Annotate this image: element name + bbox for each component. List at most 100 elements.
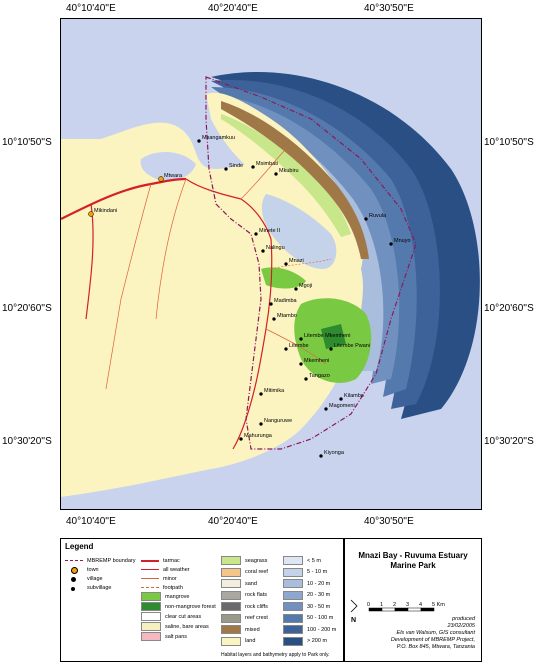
credit-line4: Development of MBREMP Project, [390, 637, 475, 643]
legend-swatch [221, 636, 241, 646]
legend-item-habitat-7: land [221, 636, 255, 646]
village-marker[interactable] [224, 167, 228, 171]
legend-swatch [283, 602, 303, 611]
legend-swatch [283, 625, 303, 634]
village-label-6: Mgoji [299, 283, 312, 289]
legend-panel: Legend MBREMP boundary town village subvill… [60, 538, 344, 662]
village-marker[interactable] [339, 397, 343, 401]
legend-item-depth-3: 20 - 30 m [283, 590, 331, 600]
legend-label: 20 - 30 m [307, 592, 331, 598]
map-canvas[interactable]: MtwaraMikindani MsangamkuuSinde MsimbatiM… [61, 19, 481, 509]
village-marker[interactable] [319, 454, 323, 458]
town-label-0: Mtwara [164, 173, 183, 179]
legend-item-road-1: all weather [141, 565, 190, 574]
village-marker[interactable] [259, 392, 263, 396]
village-label-16: Nanguruwe [264, 418, 292, 424]
village-marker[interactable] [269, 302, 273, 306]
village-marker[interactable] [324, 407, 328, 411]
legend-item-habitat-2: sand [221, 579, 257, 588]
village-marker[interactable] [274, 172, 278, 176]
credit-line5: P.O. Box 845, Mtwara, Tanzania [396, 644, 475, 650]
legend-swatch [141, 632, 161, 641]
legend-label: reef crest [245, 615, 268, 621]
village-marker[interactable] [299, 362, 303, 366]
scalebar-segment [368, 607, 383, 612]
legend-item-point-1: town [65, 565, 99, 574]
legend-label: tarmac [163, 557, 180, 564]
legend-label: town [87, 566, 99, 573]
credit-line1: produced [452, 616, 475, 622]
legend-swatch [141, 602, 161, 611]
village-label-9: Litembe [289, 343, 309, 349]
map-frame[interactable]: Mtwara Mikindani Msangamkuu Sinde Msimbati M… [60, 18, 482, 510]
coord-bottom-1: 40°10'40''E [66, 516, 116, 527]
legend-swatch [221, 556, 241, 565]
title-panel: Mnazi Bay - Ruvuma Estuary Marine Park 0… [344, 538, 482, 662]
legend-label: > 200 m [307, 638, 328, 644]
village-marker[interactable] [329, 347, 333, 351]
legend-line-symbol [141, 557, 159, 564]
village-marker[interactable] [254, 232, 258, 236]
legend-swatch [221, 590, 241, 600]
village-marker[interactable] [389, 242, 393, 246]
legend-label: subvillage [87, 584, 112, 591]
coord-top-3: 40°30'50''E [364, 3, 414, 14]
legend-item-road-0: tarmac [141, 556, 180, 565]
legend-label: mixed [245, 626, 260, 633]
village-marker[interactable] [284, 347, 288, 351]
legend-swatch [221, 567, 241, 577]
coord-right-1: 10°10'50''S [484, 137, 534, 148]
village-marker[interactable] [197, 139, 201, 143]
legend-label: all weather [163, 566, 190, 573]
legend-line-symbol [141, 566, 159, 573]
village-label-4: Nalingu [266, 245, 285, 251]
legend-label: rock flats [245, 592, 268, 598]
village-marker[interactable] [299, 337, 303, 341]
town-marker[interactable] [88, 211, 94, 217]
village-label-1: Sinde [229, 163, 243, 169]
map-title-line1: Mnazi Bay - Ruvuma Estuary [358, 551, 468, 560]
village-marker[interactable] [304, 377, 308, 381]
village-marker[interactable] [239, 437, 243, 441]
scalebar-segment [381, 607, 396, 612]
legend-swatch [141, 622, 161, 631]
village-marker[interactable] [284, 262, 288, 266]
legend-swatch [221, 625, 241, 634]
credit-line2: 23/02/2005 [447, 623, 475, 629]
village-marker[interactable] [259, 422, 263, 426]
credit-line3: Els van Walsum, GIS consultant [396, 630, 475, 636]
legend-label: 10 - 20 m [307, 580, 331, 587]
legend-item-depth-5: 50 - 100 m [283, 613, 333, 623]
coord-left-3: 10°30'20''S [2, 436, 52, 447]
scalebar-label: 4 [419, 602, 422, 608]
village-label-11: Mkemheni [304, 358, 329, 364]
village-label-7: Madimba [274, 298, 298, 304]
village-marker[interactable] [251, 165, 255, 169]
legend-dot-symbol [65, 575, 83, 582]
village-marker[interactable] [272, 317, 276, 321]
legend-label: coral reef [245, 569, 268, 575]
legend-item-depth-4: 30 - 50 m [283, 602, 330, 611]
legend-label: rock cliffs [245, 603, 268, 610]
town-marker[interactable] [158, 176, 164, 182]
village-label-15: Kilambo [344, 393, 364, 399]
legend-label: 100 - 200 m [307, 626, 337, 633]
legend-label: non-mangrove forest [165, 603, 216, 610]
village-marker[interactable] [364, 217, 368, 221]
village-marker[interactable] [261, 249, 265, 253]
legend-swatch [221, 602, 241, 611]
village-label-17: Mahurunga [244, 433, 273, 439]
scalebar-label: 5 Km [432, 602, 445, 608]
legend-label: mangrove [165, 593, 190, 600]
legend-title: Legend [65, 542, 94, 551]
legend-item-habitat-0: seagrass [221, 556, 267, 565]
scalebar-label: 0 [367, 602, 370, 608]
map-title-line2: Marine Park [390, 561, 436, 570]
scalebar-label: 2 [393, 602, 396, 608]
coord-top-1: 40°10'40''E [66, 3, 116, 14]
legend-swatch [141, 612, 161, 621]
coord-bottom-2: 40°20'40''E [208, 516, 258, 527]
scalebar-ticks: 0 1 2 3 4 5 Km [367, 602, 445, 612]
village-marker[interactable] [294, 287, 298, 291]
village-label-14: Magomeni [329, 403, 355, 409]
